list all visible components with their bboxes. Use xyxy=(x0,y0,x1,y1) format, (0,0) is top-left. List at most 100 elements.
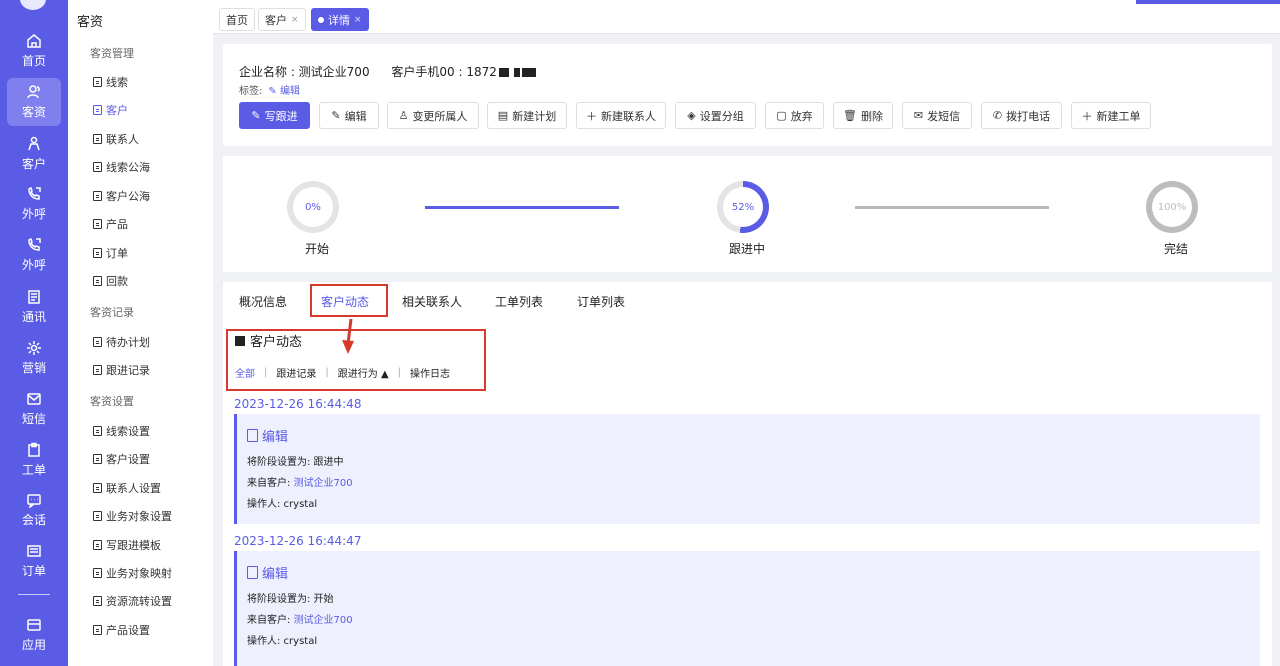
rail-item-outbound-2[interactable]: 外呼 xyxy=(0,231,68,279)
stage-ring-start[interactable]: 0% xyxy=(287,181,339,233)
rail-item-outbound[interactable]: 外呼 xyxy=(0,180,68,228)
document-icon xyxy=(93,105,102,115)
rail-item-chat[interactable]: 会话 xyxy=(0,486,68,534)
filter-operation-log[interactable]: 操作日志 xyxy=(410,365,450,380)
rail-divider xyxy=(18,594,50,595)
sidebar-item-todo[interactable]: 待办计划 xyxy=(93,334,150,350)
edit-button[interactable]: ✎ 编辑 xyxy=(319,102,379,129)
filter-followup-behavior[interactable]: 跟进行为 ▲ xyxy=(338,365,389,380)
tab-related-contacts[interactable]: 相关联系人 xyxy=(402,293,462,310)
top-accent-bar xyxy=(1136,0,1280,4)
edit-icon: ✎ xyxy=(268,86,277,97)
rail-item-contacts[interactable]: 通讯 xyxy=(0,283,68,331)
tab-customer[interactable]: 客户 × xyxy=(258,8,306,31)
separator: | xyxy=(264,367,268,378)
rail-item-order[interactable]: 订单 xyxy=(0,537,68,585)
tab-detail[interactable]: 详情 × xyxy=(311,8,369,31)
sidebar-item-object-mapping[interactable]: 业务对象映射 xyxy=(93,565,172,581)
logo-icon xyxy=(20,0,46,10)
sidebar-item-resource-flow[interactable]: 资源流转设置 xyxy=(93,593,172,609)
redaction-mask xyxy=(498,68,509,77)
plus-icon: ＋ xyxy=(1081,109,1093,123)
filter-all[interactable]: 全部 xyxy=(235,365,255,380)
users-icon xyxy=(27,85,40,99)
sidebar-item-lead-settings[interactable]: 线索设置 xyxy=(93,423,150,439)
marketing-icon xyxy=(27,341,41,355)
rail-item-apps[interactable]: 应用 xyxy=(0,611,68,659)
document-icon xyxy=(93,568,102,578)
rail-item-ticket[interactable]: 工单 xyxy=(0,436,68,484)
sidebar-item-contact-settings[interactable]: 联系人设置 xyxy=(93,480,161,496)
entry-stage-change: 将阶段设置为: 开始 xyxy=(247,594,334,605)
document-icon xyxy=(93,625,102,635)
sidebar-item-followup-template[interactable]: 写跟进模板 xyxy=(93,537,161,553)
entry-operator: 操作人: crystal xyxy=(247,636,318,647)
plus-icon: ＋ xyxy=(586,109,597,123)
sidebar-item-leads[interactable]: 线索 xyxy=(93,74,128,90)
tags-row: 标签: ✎ 编辑 xyxy=(239,82,300,97)
sidebar-item-followup[interactable]: 跟进记录 xyxy=(93,362,150,378)
phone-out-icon xyxy=(28,237,41,251)
stage-ring-following[interactable]: 52% xyxy=(717,181,769,233)
source-customer-link[interactable]: 测试企业700 xyxy=(294,615,353,626)
edit-tags-link[interactable]: ✎ 编辑 xyxy=(268,86,300,97)
sidebar-item-customer-pool[interactable]: 客户公海 xyxy=(93,188,150,204)
tab-order-list[interactable]: 订单列表 xyxy=(577,293,625,310)
entry-stage-change: 将阶段设置为: 跟进中 xyxy=(247,457,344,468)
person-icon: ♙ xyxy=(398,109,409,122)
change-owner-button[interactable]: ♙ 变更所属人 xyxy=(387,102,479,129)
sidebar-item-object-settings[interactable]: 业务对象设置 xyxy=(93,508,172,524)
rail-item-home[interactable]: 首页 xyxy=(0,27,68,75)
stage-percent: 100% xyxy=(1152,187,1192,227)
document-icon xyxy=(93,191,102,201)
set-group-button[interactable]: ◈ 设置分组 xyxy=(675,102,756,129)
sidebar-item-lead-pool[interactable]: 线索公海 xyxy=(93,159,150,175)
sidebar-item-customer-settings[interactable]: 客户设置 xyxy=(93,451,150,467)
sidebar-item-product[interactable]: 产品 xyxy=(93,216,128,232)
stage-percent: 0% xyxy=(293,187,333,227)
tab-overview[interactable]: 概况信息 xyxy=(239,293,287,310)
stage-label-following: 跟进中 xyxy=(729,242,766,256)
close-icon[interactable]: × xyxy=(291,15,299,25)
sidebar-item-contacts[interactable]: 联系人 xyxy=(93,131,139,147)
stage-progress-card: 0% 开始 52% 跟进中 100% 完结 xyxy=(223,156,1272,272)
call-button[interactable]: ✆ 拨打电话 xyxy=(981,102,1062,129)
separator: | xyxy=(325,367,329,378)
sidebar-item-payment[interactable]: 回款 xyxy=(93,273,128,289)
stage-label-complete: 完结 xyxy=(1164,242,1189,256)
new-plan-button[interactable]: ▤ 新建计划 xyxy=(487,102,567,129)
new-contact-button[interactable]: ＋新建联系人 xyxy=(576,102,666,129)
stage-ring-complete[interactable]: 100% xyxy=(1146,181,1198,233)
calendar-icon: ▤ xyxy=(497,109,509,122)
phone-out-icon xyxy=(28,186,41,200)
document-icon xyxy=(93,454,102,464)
document-icon xyxy=(93,365,102,375)
write-followup-button[interactable]: ✎ 写跟进 xyxy=(239,102,310,129)
message-icon xyxy=(27,393,41,405)
abandon-icon: ▢ xyxy=(776,109,787,122)
activity-filters: 全部 | 跟进记录 | 跟进行为 ▲ | 操作日志 xyxy=(235,365,450,380)
separator: | xyxy=(397,367,402,378)
tab-ticket-list[interactable]: 工单列表 xyxy=(495,293,543,310)
sidebar-item-customer[interactable]: 客户 xyxy=(93,102,128,118)
rail-item-leads[interactable]: 客资 xyxy=(7,78,61,126)
rail-item-marketing[interactable]: 营销 xyxy=(0,334,68,382)
rail-item-sms[interactable]: 短信 xyxy=(0,385,68,433)
new-ticket-button[interactable]: ＋新建工单 xyxy=(1071,102,1151,129)
filter-followup-records[interactable]: 跟进记录 xyxy=(276,365,316,380)
chat-icon xyxy=(27,494,41,508)
abandon-button[interactable]: ▢ 放弃 xyxy=(765,102,824,129)
sidebar-item-product-settings[interactable]: 产品设置 xyxy=(93,622,150,638)
send-sms-button[interactable]: ✉ 发短信 xyxy=(902,102,972,129)
tab-home[interactable]: 首页 xyxy=(219,8,255,31)
activity-entry: 编辑 将阶段设置为: 开始 来自客户: 测试企业700 操作人: crystal xyxy=(234,551,1260,666)
entry-timestamp: 2023-12-26 16:44:48 xyxy=(234,397,362,411)
sidebar-item-order[interactable]: 订单 xyxy=(93,245,128,261)
source-customer-link[interactable]: 测试企业700 xyxy=(294,478,353,489)
clipboard-icon xyxy=(28,442,40,457)
entry-source: 来自客户: 测试企业700 xyxy=(247,615,353,626)
entry-operator: 操作人: crystal xyxy=(247,499,318,510)
delete-button[interactable]: 🗑 删除 xyxy=(833,102,893,129)
close-icon[interactable]: × xyxy=(354,15,362,25)
rail-item-customer[interactable]: 客户 xyxy=(0,130,68,178)
